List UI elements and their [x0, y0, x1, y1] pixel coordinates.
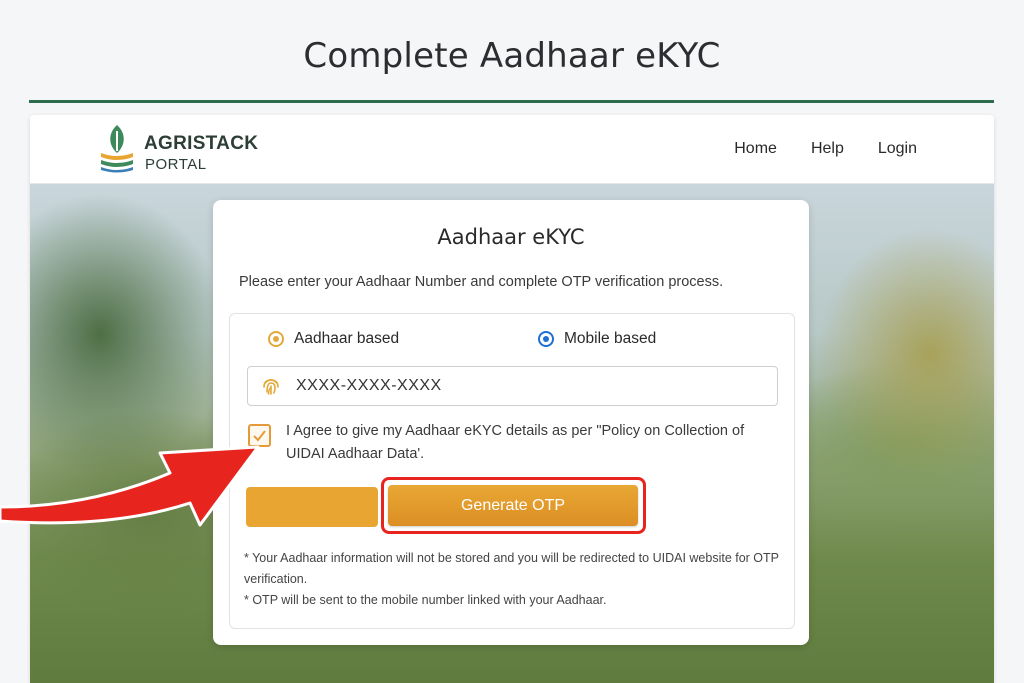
radio-mobile-indicator[interactable]	[538, 331, 554, 347]
pointer-arrow-icon	[0, 445, 260, 527]
secondary-action-button[interactable]	[246, 487, 378, 527]
radio-mobile-label: Mobile based	[564, 330, 657, 347]
note-storage: * Your Aadhaar information will not be s…	[244, 551, 779, 586]
radio-mobile-based[interactable]: Mobile based	[538, 330, 656, 348]
fingerprint-icon	[263, 379, 279, 395]
generate-otp-button[interactable]: Generate OTP	[388, 485, 638, 526]
nav-home-link[interactable]: Home	[734, 140, 777, 158]
radio-aadhaar-label: Aadhaar based	[294, 330, 400, 347]
card-title: Aadhaar eKYC	[437, 225, 585, 249]
brand-title: AGRISTACK	[144, 133, 259, 154]
nav-help-link[interactable]: Help	[811, 140, 844, 158]
page-heading: Complete Aadhaar eKYC	[303, 36, 721, 76]
radio-aadhaar-indicator[interactable]	[268, 331, 284, 347]
nav-links: Home Help Login	[734, 140, 917, 158]
note-otp-mobile: * OTP will be sent to the mobile number …	[244, 593, 607, 607]
info-notes: * Your Aadhaar information will not be s…	[244, 548, 784, 611]
portal-window: AGRISTACK PORTAL Home Help Login Aadhaar…	[30, 115, 994, 683]
radio-aadhaar-based[interactable]: Aadhaar based	[268, 330, 399, 348]
nav-login-link[interactable]: Login	[878, 140, 917, 158]
navbar: AGRISTACK PORTAL Home Help Login	[30, 115, 994, 184]
brand-subtitle: PORTAL	[145, 156, 207, 173]
aadhaar-number-field[interactable]: XXXX-XXXX-XXXX	[247, 366, 778, 406]
leaf-logo-icon	[101, 125, 133, 173]
aadhaar-number-value: XXXX-XXXX-XXXX	[296, 377, 442, 394]
ekyc-form: Aadhaar based Mobile based XXXX-XXXX-XXX…	[229, 313, 795, 629]
agristack-logo[interactable]: AGRISTACK PORTAL	[98, 123, 273, 175]
card-description: Please enter your Aadhaar Number and com…	[239, 274, 724, 290]
heading-divider	[29, 100, 994, 103]
verification-mode-group: Aadhaar based Mobile based	[230, 330, 794, 354]
ekyc-card: Aadhaar eKYC Please enter your Aadhaar N…	[213, 200, 809, 645]
consent-text: I Agree to give my Aadhaar eKYC details …	[286, 423, 745, 462]
